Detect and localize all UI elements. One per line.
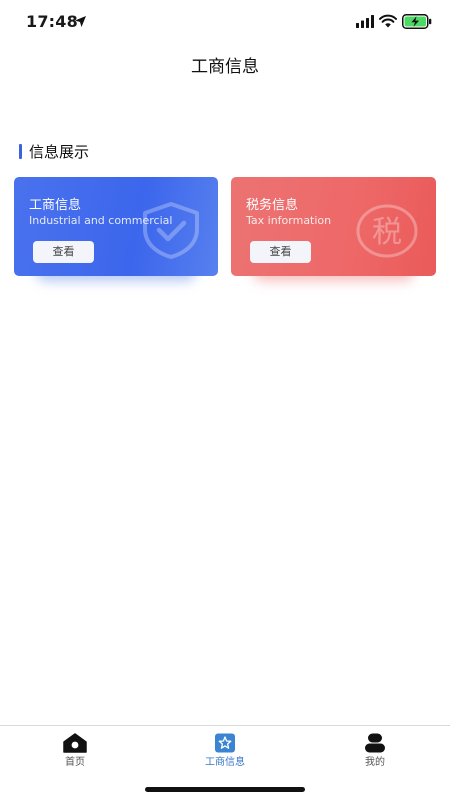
- card-subtitle: Tax information: [246, 214, 332, 227]
- home-icon: [63, 733, 87, 753]
- section-accent-bar: [19, 143, 22, 159]
- card-body: 工商信息 Industrial and commercial 查看: [14, 177, 218, 276]
- tab-label: 我的: [365, 757, 385, 768]
- battery-charging-icon: [402, 14, 432, 29]
- shield-check-icon: [143, 202, 199, 259]
- card-title: 税务信息: [246, 198, 299, 213]
- location-arrow-icon: [75, 16, 86, 27]
- status-bar: 17:48: [0, 0, 450, 44]
- tab-label: 工商信息: [205, 757, 245, 768]
- industrial-commercial-card[interactable]: 工商信息 Industrial and commercial 查看: [14, 177, 218, 281]
- tax-information-card[interactable]: 税务信息 Tax information 税 查看: [231, 177, 436, 281]
- card-title: 工商信息: [29, 198, 82, 213]
- card-body: 税务信息 Tax information 税 查看: [231, 177, 436, 276]
- page-title: 工商信息: [191, 57, 259, 77]
- wifi-icon: [379, 14, 397, 28]
- tax-seal-text: 税: [372, 215, 402, 250]
- cellular-signal-icon: [356, 15, 374, 28]
- section-title: 信息展示: [29, 142, 90, 161]
- star-shield-icon: [215, 733, 235, 753]
- view-button[interactable]: 查看: [33, 241, 94, 263]
- status-time: 17:48: [26, 12, 78, 31]
- section-header: 信息展示: [19, 141, 89, 161]
- user-icon: [365, 733, 385, 753]
- view-button[interactable]: 查看: [250, 241, 311, 263]
- tab-business-info[interactable]: 工商信息: [175, 726, 275, 774]
- home-indicator: [145, 787, 305, 792]
- tab-mine[interactable]: 我的: [325, 726, 425, 774]
- tax-seal-icon: 税: [356, 204, 418, 258]
- tab-label: 首页: [65, 757, 85, 768]
- tab-home[interactable]: 首页: [25, 726, 125, 774]
